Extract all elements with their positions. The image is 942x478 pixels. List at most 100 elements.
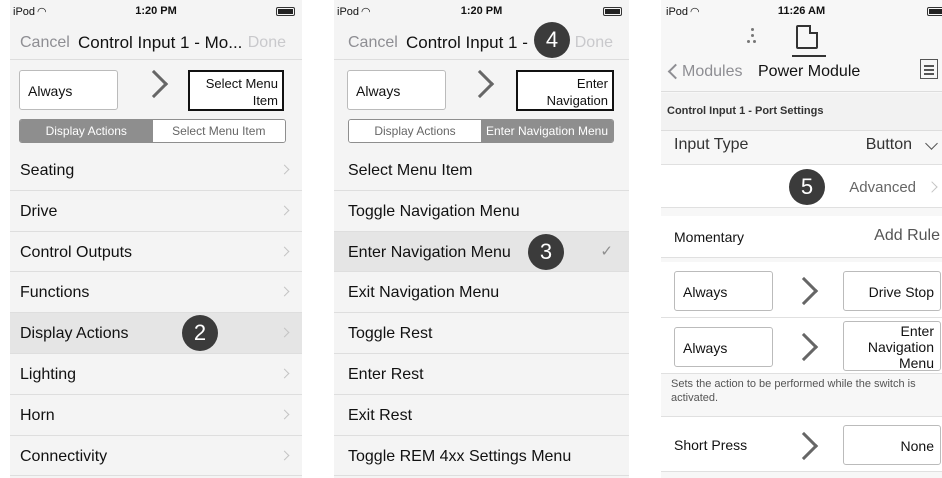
page-title: Power Module: [758, 63, 861, 80]
momentary-row: Momentary Add Rule: [661, 216, 942, 258]
nav-bar: Modules Power Module: [661, 56, 942, 92]
momentary-label: Momentary: [674, 229, 745, 245]
list-item-select-menu-item[interactable]: Select Menu Item: [334, 150, 629, 191]
rule-row: Always Drive Stop: [661, 262, 942, 318]
condition-selector[interactable]: Always: [347, 70, 446, 110]
segment-enter-navigation-menu[interactable]: Enter Navigation Menu: [481, 120, 613, 142]
segmented-control: Display Actions Select Menu Item: [19, 119, 286, 143]
list-item-label: Functions: [20, 284, 90, 302]
advanced-row[interactable]: 5 Advanced: [661, 164, 942, 208]
rule-row: Always Enter Navigation Menu: [661, 318, 942, 374]
done-button[interactable]: Done: [575, 34, 613, 52]
status-bar: iPod ◠ 1:20 PM: [10, 0, 302, 22]
module-tabs: [661, 22, 942, 57]
chevron-right-icon: [279, 286, 290, 297]
chevron-right-icon: [139, 69, 169, 99]
action-selector[interactable]: Drive Stop: [843, 271, 941, 311]
list-item-connectivity[interactable]: Connectivity: [10, 435, 302, 477]
chevron-right-icon: [465, 69, 495, 99]
list-icon[interactable]: [920, 59, 938, 79]
action-list: Select Menu Item Toggle Navigation Menu …: [334, 150, 629, 477]
chevron-right-icon: [279, 246, 290, 257]
condition-selector[interactable]: Always: [674, 327, 773, 367]
action-selector[interactable]: Enter Navigation Menu: [516, 70, 614, 111]
step-badge: 3: [528, 233, 564, 270]
input-type-value: Button: [865, 136, 912, 153]
chevron-right-icon: [279, 327, 290, 338]
list-item-lighting[interactable]: Lighting: [10, 353, 302, 395]
list-item-label: Display Actions: [20, 325, 129, 343]
action-selector[interactable]: None: [843, 425, 941, 465]
list-item-drive[interactable]: Drive: [10, 190, 302, 232]
battery-icon: [276, 7, 295, 16]
segmented-control: Display Actions Enter Navigation Menu: [348, 119, 614, 143]
condition-selector[interactable]: Always: [19, 70, 118, 110]
status-bar: iPod ◠ 11:26 AM: [661, 0, 942, 22]
checkmark-icon: ✓: [600, 242, 613, 260]
list-item-label: Enter Rest: [348, 365, 424, 383]
list-item-label: Connectivity: [20, 447, 108, 465]
list-item-toggle-rest[interactable]: Toggle Rest: [334, 313, 629, 354]
list-item-display-actions[interactable]: Display Actions 2: [10, 313, 302, 354]
step-badge: 2: [182, 315, 218, 352]
list-item-toggle-navigation-menu[interactable]: Toggle Navigation Menu: [334, 190, 629, 232]
list-item-control-outputs[interactable]: Control Outputs: [10, 231, 302, 273]
list-item-label: Enter Navigation Menu: [348, 243, 511, 261]
status-time: 1:20 PM: [135, 5, 177, 17]
list-item-seating[interactable]: Seating: [10, 150, 302, 191]
rule-editor: Always Select Menu Item Display Actions …: [10, 62, 302, 154]
back-button[interactable]: Modules: [682, 63, 742, 81]
input-type-row[interactable]: Input Type Button: [661, 131, 942, 161]
step-badge: 5: [789, 169, 825, 205]
list-item-label: Select Menu Item: [348, 162, 473, 179]
segment-display-actions[interactable]: Display Actions: [20, 120, 153, 142]
help-note: Sets the action to be performed while th…: [671, 378, 916, 404]
chevron-right-icon: [789, 431, 819, 461]
segment-select-menu-item[interactable]: Select Menu Item: [152, 120, 285, 142]
chevron-right-icon: [279, 450, 290, 461]
list-item-functions[interactable]: Functions: [10, 272, 302, 314]
chevron-right-icon: [789, 276, 819, 306]
list-item-label: Toggle Navigation Menu: [348, 202, 520, 220]
list-item-exit-navigation-menu[interactable]: Exit Navigation Menu: [334, 272, 629, 314]
page-title: Control Input 1 -: [406, 33, 528, 52]
list-item-horn[interactable]: Horn: [10, 394, 302, 436]
segment-display-actions[interactable]: Display Actions: [349, 120, 481, 142]
advanced-label: Advanced: [849, 179, 916, 196]
cancel-button[interactable]: Cancel: [348, 34, 398, 52]
screen-port-settings: iPod ◠ 11:26 AM Modules Power Module Cont…: [661, 0, 942, 478]
list-item-label: Seating: [20, 162, 75, 179]
list-item-enter-navigation-menu[interactable]: Enter Navigation Menu ✓ 3: [334, 231, 629, 273]
status-bar: iPod ◠ 1:20 PM: [334, 0, 629, 22]
cancel-button[interactable]: Cancel: [20, 34, 70, 52]
input-type-label: Input Type: [674, 136, 749, 153]
list-item-toggle-rem-settings[interactable]: Toggle REM 4xx Settings Menu: [334, 435, 629, 477]
action-selector[interactable]: Enter Navigation Menu: [843, 321, 941, 371]
condition-selector[interactable]: Always: [674, 271, 773, 311]
chevron-right-icon: [279, 368, 290, 379]
list-item-label: Horn: [20, 406, 55, 424]
rule-editor: Always Enter Navigation Menu Display Act…: [334, 62, 629, 154]
action-selector[interactable]: Select Menu Item: [188, 70, 284, 111]
category-list: Seating Drive Control Outputs Functions …: [10, 150, 302, 477]
screen-display-actions: iPod ◠ 1:20 PM Cancel Control Input 1 - D…: [334, 0, 629, 478]
list-item-label: Drive: [20, 202, 58, 220]
short-press-label: Short Press: [674, 437, 748, 453]
done-button[interactable]: Done: [248, 34, 286, 52]
status-time: 1:20 PM: [460, 5, 503, 17]
battery-icon: [927, 7, 942, 16]
back-chevron-icon[interactable]: [667, 63, 684, 80]
document-icon[interactable]: [796, 25, 818, 49]
section-header: Control Input 1 - Port Settings: [661, 93, 942, 131]
chevron-down-icon: [925, 137, 938, 150]
page-title: Control Input 1 - Mo...: [78, 33, 243, 52]
step-badge: 4: [534, 22, 570, 58]
add-rule-button[interactable]: Add Rule: [874, 227, 940, 245]
nav-bar: Cancel Control Input 1 - Done 4: [334, 22, 629, 60]
chevron-right-icon: [279, 409, 290, 420]
list-item-enter-rest[interactable]: Enter Rest: [334, 353, 629, 395]
wheelchair-icon[interactable]: [745, 26, 759, 48]
list-item-label: Control Outputs: [20, 243, 133, 261]
list-item-exit-rest[interactable]: Exit Rest: [334, 394, 629, 436]
list-item-label: Exit Navigation Menu: [348, 284, 500, 302]
